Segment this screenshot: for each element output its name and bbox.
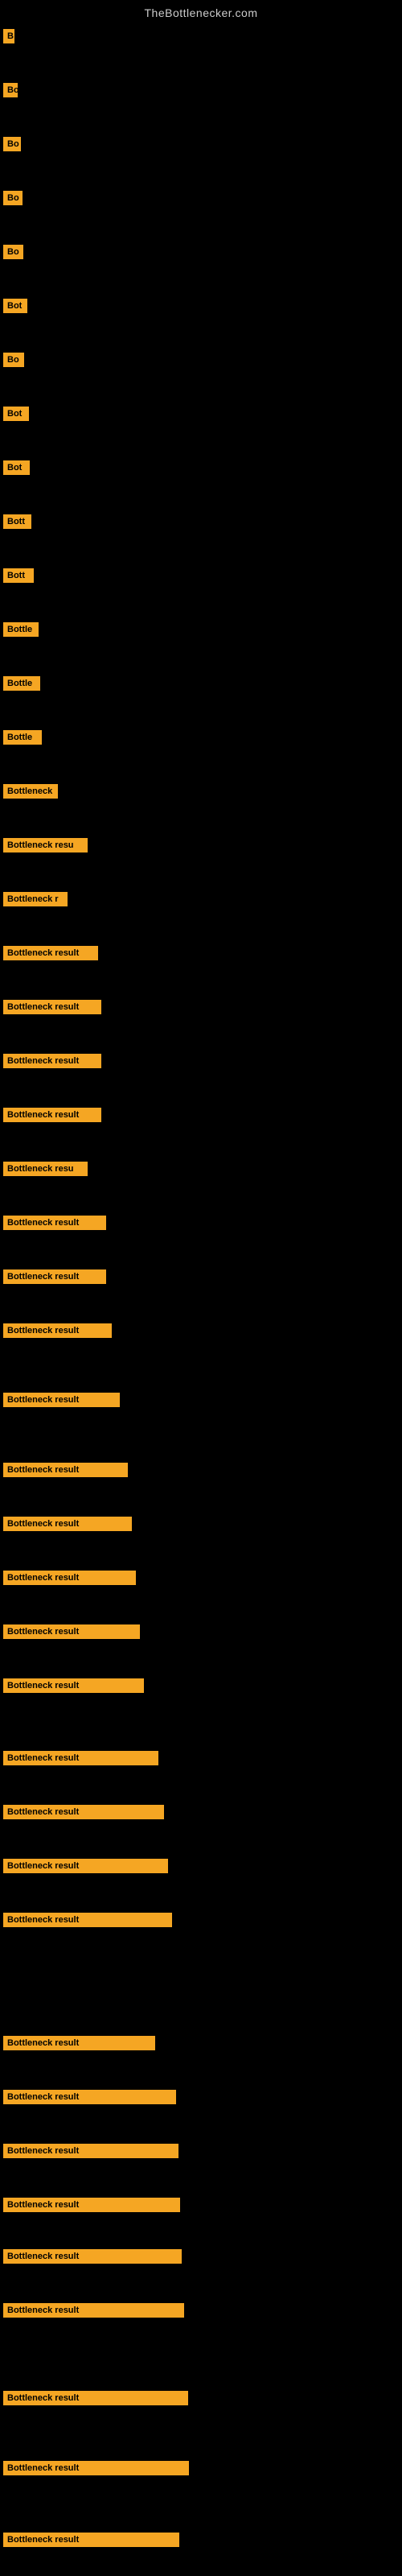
bar-label-36: Bottleneck result — [3, 2036, 155, 2050]
bar-label-17: Bottleneck r — [3, 892, 68, 906]
bar-row-37: Bottleneck result — [3, 2090, 176, 2104]
bar-row-35: Bottleneck result — [3, 1913, 172, 1927]
bar-label-14: Bottle — [3, 730, 42, 745]
bar-row-17: Bottleneck r — [3, 892, 68, 906]
bar-label-35: Bottleneck result — [3, 1913, 172, 1927]
bar-label-44: Bottleneck result — [3, 2533, 179, 2547]
bar-label-26: Bottleneck result — [3, 1393, 120, 1407]
bar-row-1: B — [3, 29, 14, 43]
bar-label-22: Bottleneck resu — [3, 1162, 88, 1176]
bar-label-5: Bo — [3, 245, 23, 259]
bar-row-43: Bottleneck result — [3, 2461, 189, 2475]
bar-row-9: Bot — [3, 460, 30, 475]
bar-row-25: Bottleneck result — [3, 1323, 112, 1338]
bar-row-29: Bottleneck result — [3, 1571, 136, 1585]
bar-label-43: Bottleneck result — [3, 2461, 189, 2475]
bar-label-13: Bottle — [3, 676, 40, 691]
bar-label-25: Bottleneck result — [3, 1323, 112, 1338]
bar-label-24: Bottleneck result — [3, 1269, 106, 1284]
bar-row-31: Bottleneck result — [3, 1678, 144, 1693]
bar-label-1: B — [3, 29, 14, 43]
bar-label-2: Bo — [3, 83, 18, 97]
bar-label-20: Bottleneck result — [3, 1054, 101, 1068]
bar-label-41: Bottleneck result — [3, 2303, 184, 2318]
bar-row-13: Bottle — [3, 676, 40, 691]
bar-row-23: Bottleneck result — [3, 1216, 106, 1230]
bar-label-15: Bottleneck — [3, 784, 58, 799]
bar-row-33: Bottleneck result — [3, 1805, 164, 1819]
bar-row-11: Bott — [3, 568, 34, 583]
bar-label-18: Bottleneck result — [3, 946, 98, 960]
bar-label-9: Bot — [3, 460, 30, 475]
bar-row-10: Bott — [3, 514, 31, 529]
bar-label-38: Bottleneck result — [3, 2144, 178, 2158]
bar-label-8: Bot — [3, 407, 29, 421]
bar-row-44: Bottleneck result — [3, 2533, 179, 2547]
bar-label-12: Bottle — [3, 622, 39, 637]
bar-row-12: Bottle — [3, 622, 39, 637]
bar-row-28: Bottleneck result — [3, 1517, 132, 1531]
bar-label-37: Bottleneck result — [3, 2090, 176, 2104]
bar-label-40: Bottleneck result — [3, 2249, 182, 2264]
bar-label-29: Bottleneck result — [3, 1571, 136, 1585]
bar-row-30: Bottleneck result — [3, 1624, 140, 1639]
bar-row-8: Bot — [3, 407, 29, 421]
bar-row-40: Bottleneck result — [3, 2249, 182, 2264]
bar-row-24: Bottleneck result — [3, 1269, 106, 1284]
bar-label-7: Bo — [3, 353, 24, 367]
bar-label-11: Bott — [3, 568, 34, 583]
bar-label-31: Bottleneck result — [3, 1678, 144, 1693]
bar-row-42: Bottleneck result — [3, 2391, 188, 2405]
bar-row-21: Bottleneck result — [3, 1108, 101, 1122]
bar-row-38: Bottleneck result — [3, 2144, 178, 2158]
bar-row-6: Bot — [3, 299, 27, 313]
bar-row-26: Bottleneck result — [3, 1393, 120, 1407]
bar-label-3: Bo — [3, 137, 21, 151]
bar-row-32: Bottleneck result — [3, 1751, 158, 1765]
bar-label-27: Bottleneck result — [3, 1463, 128, 1477]
bar-row-16: Bottleneck resu — [3, 838, 88, 852]
bar-label-21: Bottleneck result — [3, 1108, 101, 1122]
bar-row-41: Bottleneck result — [3, 2303, 184, 2318]
site-title: TheBottlenecker.com — [0, 0, 402, 23]
bar-label-6: Bot — [3, 299, 27, 313]
bar-label-16: Bottleneck resu — [3, 838, 88, 852]
bar-row-7: Bo — [3, 353, 24, 367]
bar-row-4: Bo — [3, 191, 23, 205]
bar-row-19: Bottleneck result — [3, 1000, 101, 1014]
bar-row-14: Bottle — [3, 730, 42, 745]
bar-label-28: Bottleneck result — [3, 1517, 132, 1531]
bar-label-34: Bottleneck result — [3, 1859, 168, 1873]
bar-label-10: Bott — [3, 514, 31, 529]
bar-row-36: Bottleneck result — [3, 2036, 155, 2050]
bar-row-39: Bottleneck result — [3, 2198, 180, 2212]
bar-row-27: Bottleneck result — [3, 1463, 128, 1477]
bar-row-18: Bottleneck result — [3, 946, 98, 960]
bar-label-19: Bottleneck result — [3, 1000, 101, 1014]
bar-row-20: Bottleneck result — [3, 1054, 101, 1068]
bar-label-33: Bottleneck result — [3, 1805, 164, 1819]
bar-label-4: Bo — [3, 191, 23, 205]
bar-label-23: Bottleneck result — [3, 1216, 106, 1230]
bar-label-32: Bottleneck result — [3, 1751, 158, 1765]
bar-row-22: Bottleneck resu — [3, 1162, 88, 1176]
bar-label-30: Bottleneck result — [3, 1624, 140, 1639]
bar-row-34: Bottleneck result — [3, 1859, 168, 1873]
bar-label-39: Bottleneck result — [3, 2198, 180, 2212]
bar-row-3: Bo — [3, 137, 21, 151]
bar-row-2: Bo — [3, 83, 18, 97]
bar-label-42: Bottleneck result — [3, 2391, 188, 2405]
bar-row-15: Bottleneck — [3, 784, 58, 799]
bar-row-5: Bo — [3, 245, 23, 259]
